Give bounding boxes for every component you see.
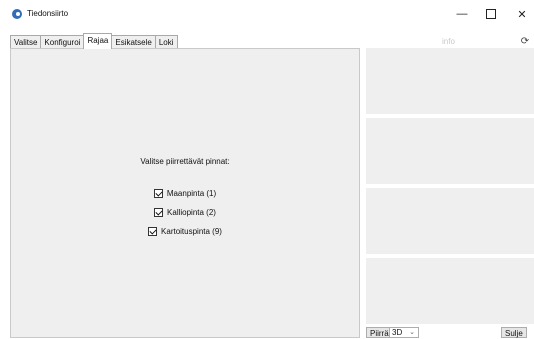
- title-bar: Tiedonsiirto — ✕: [0, 0, 534, 28]
- close-button[interactable]: Sulje: [501, 327, 527, 338]
- app-icon: [12, 9, 22, 19]
- tab-strip: Valitse Konfiguroi Rajaa Esikatsele Loki: [10, 33, 178, 49]
- checkbox-checked-icon[interactable]: [154, 208, 164, 217]
- info-label: info: [442, 37, 455, 46]
- minimize-button[interactable]: —: [447, 4, 477, 24]
- checkbox-label: Kalliopinta (2): [167, 208, 216, 217]
- tab-konfiguroi[interactable]: Konfiguroi: [40, 35, 85, 49]
- checkbox-kalliopinta[interactable]: Kalliopinta (2): [11, 203, 359, 222]
- maximize-button[interactable]: [476, 4, 506, 24]
- checkbox-checked-icon[interactable]: [148, 227, 158, 236]
- checkbox-label: Kartoituspinta (9): [161, 227, 222, 236]
- chevron-down-icon: ⌄: [409, 329, 415, 336]
- view-mode-select[interactable]: 3D ⌄: [389, 327, 419, 338]
- refresh-icon[interactable]: ⟳: [518, 34, 532, 48]
- preview-panel-4: [366, 258, 534, 324]
- preview-panel-2: [366, 118, 534, 184]
- tab-esikatsele[interactable]: Esikatsele: [111, 35, 156, 49]
- close-window-button[interactable]: ✕: [507, 4, 534, 24]
- preview-panel-1: [366, 48, 534, 114]
- checkbox-kartoituspinta[interactable]: Kartoituspinta (9): [11, 222, 359, 241]
- checkbox-checked-icon[interactable]: [153, 189, 163, 198]
- tab-valitse[interactable]: Valitse: [10, 35, 42, 49]
- surface-selection-panel: Valitse piirrettävät pinnat: Maanpinta (…: [10, 48, 360, 338]
- surface-checkbox-list: Maanpinta (1) Kalliopinta (2) Kartoitusp…: [11, 184, 359, 241]
- maximize-icon: [486, 9, 496, 19]
- surface-prompt: Valitse piirrettävät pinnat:: [140, 157, 230, 166]
- window-title: Tiedonsiirto: [27, 9, 69, 18]
- preview-panel-3: [366, 188, 534, 254]
- view-mode-value: 3D: [392, 328, 403, 337]
- bottom-toolbar: Piirrä 3D ⌄ Sulje: [366, 327, 534, 338]
- checkbox-maanpinta[interactable]: Maanpinta (1): [11, 184, 359, 203]
- tab-rajaa[interactable]: Rajaa: [83, 33, 113, 49]
- checkbox-label: Maanpinta (1): [166, 189, 217, 198]
- tab-loki[interactable]: Loki: [154, 35, 178, 49]
